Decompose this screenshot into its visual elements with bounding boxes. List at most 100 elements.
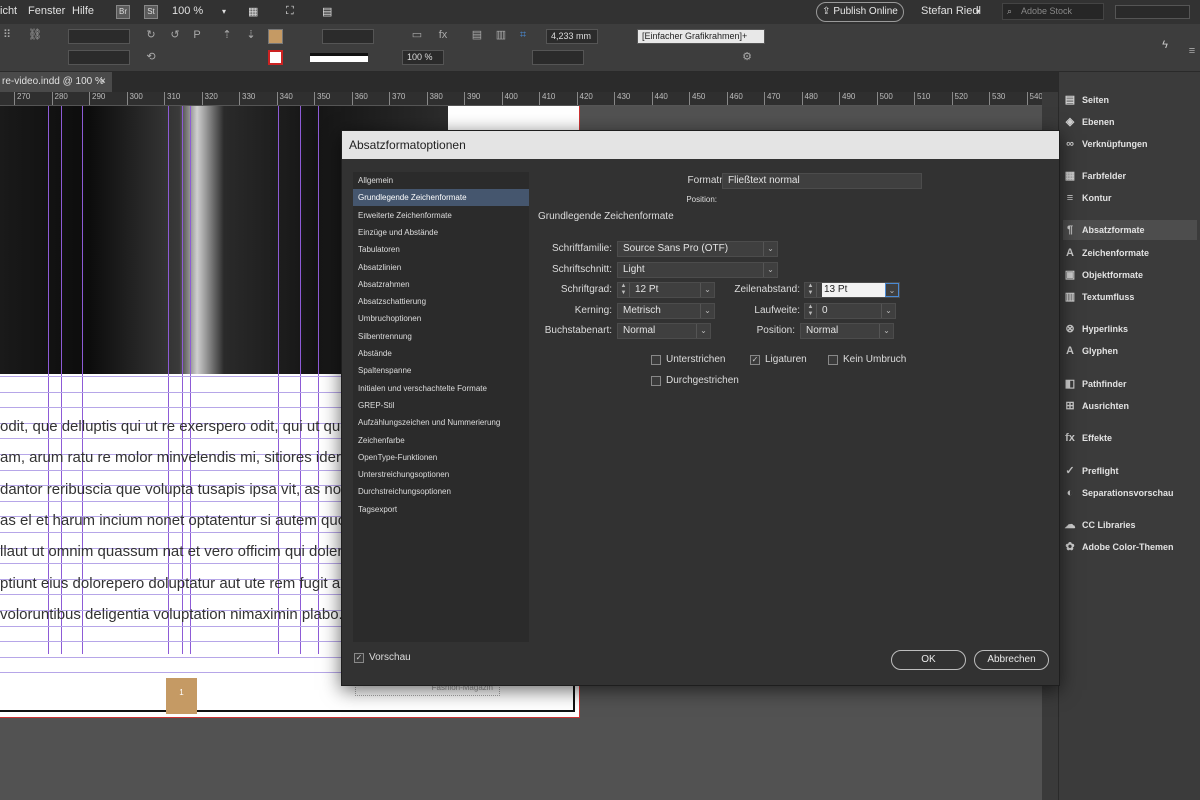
tracking-field[interactable]: ▲ ▼ 0 ⌄ [804,303,896,319]
scale-x-field[interactable] [68,29,130,44]
shear-icon[interactable]: ⟲ [144,50,158,64]
menu-item-hilfe[interactable]: Hilfe [72,5,94,17]
ligatures-checkbox[interactable]: ✓ [750,355,760,365]
category-item[interactable]: Spaltenspanne [353,362,529,379]
kerning-select[interactable]: Metrisch ⌄ [617,303,715,319]
panel-object-styles[interactable]: ▣ Objektformate [1063,265,1197,285]
stepper-icon[interactable]: ▲ ▼ [805,283,817,297]
panel-color-themes[interactable]: ✿ Adobe Color-Themen [1063,537,1197,557]
panel-links[interactable]: ∞ Verknüpfungen [1063,134,1197,154]
category-item[interactable]: Zeichenfarbe [353,432,529,449]
panel-hyperlinks[interactable]: ⊗ Hyperlinks [1063,319,1197,339]
cancel-button[interactable]: Abbrechen [974,650,1049,670]
category-item[interactable]: Erweiterte Zeichenformate [353,207,529,224]
font-style-select[interactable]: Light ⌄ [617,262,778,278]
case-select[interactable]: Normal ⌄ [617,323,711,339]
category-item[interactable]: Unterstreichungsoptionen [353,466,529,483]
category-item[interactable]: Durchstreichungsoptionen [353,483,529,500]
panel-layers[interactable]: ◈ Ebenen [1063,112,1197,132]
category-item[interactable]: Tabulatoren [353,241,529,258]
preview-checkbox[interactable]: ✓ [354,653,364,663]
category-item[interactable]: Absatzrahmen [353,276,529,293]
select-container-icon[interactable]: ⇡ [220,28,234,42]
search-field-secondary[interactable] [1115,5,1190,19]
flip-horizontal-icon[interactable]: P [190,28,204,42]
panel-pathfinder[interactable]: ◧ Pathfinder [1063,374,1197,394]
category-item[interactable]: Silbentrennung [353,328,529,345]
user-name[interactable]: Stefan Riedl [921,5,981,17]
panel-paragraph-styles[interactable]: ¶ Absatzformate [1063,220,1197,240]
panel-effects[interactable]: fx Effekte [1063,428,1197,448]
reference-point-icon[interactable]: ⠿ [0,28,14,42]
stroke-weight-field[interactable] [322,29,374,44]
screen-mode-icon[interactable]: ⛶ [286,5,294,18]
menu-item-fenster[interactable]: Fenster [28,5,65,17]
distribute-icon[interactable]: ▥ [494,28,508,42]
corner-field[interactable] [532,50,584,65]
stroke-offset-field[interactable]: 4,233 mm [546,29,598,44]
panel-stroke[interactable]: ≡ Kontur [1063,188,1197,208]
stroke-swatch[interactable] [268,50,283,65]
stock-search-input[interactable]: ⌕ Adobe Stock [1002,3,1104,20]
panel-pages[interactable]: ▤ Seiten [1063,90,1197,110]
category-item[interactable]: Absatzlinien [353,259,529,276]
panel-swatches[interactable]: ▦ Farbfelder [1063,166,1197,186]
scale-y-field[interactable] [68,50,130,65]
menu-item[interactable]: icht [0,5,17,17]
view-options-icon[interactable]: ▦ [248,5,258,18]
category-item[interactable]: Initialen und verschachtelte Formate [353,380,529,397]
constrain-proportions-icon[interactable]: ⛓ [28,28,42,42]
zoom-level[interactable]: 100 % [172,5,203,17]
panel-menu-icon[interactable]: ≡ [1185,44,1199,58]
category-item[interactable]: Grundlegende Zeichenformate [353,189,529,207]
stepper-icon[interactable]: ▲ ▼ [805,304,817,318]
category-item[interactable]: Abstände [353,345,529,362]
rotate-icon[interactable]: ↻ [144,28,158,42]
effects-icon[interactable]: fx [436,28,450,42]
object-style-select[interactable]: [Einfacher Grafikrahmen]+ [637,29,765,44]
bridge-icon[interactable]: Br [116,5,130,19]
arrange-documents-icon[interactable]: ▤ [322,5,332,18]
panel-separations[interactable]: ◐ Separationsvorschau [1063,483,1197,503]
zoom-dropdown-icon[interactable]: ▾ [222,7,226,16]
font-family-select[interactable]: Source Sans Pro (OTF) ⌄ [617,241,778,257]
no-break-checkbox[interactable] [828,355,838,365]
panel-preflight[interactable]: ✓ Preflight [1063,461,1197,481]
align-icon[interactable]: ▤ [470,28,484,42]
strikethrough-checkbox[interactable] [651,376,661,386]
publish-online-button[interactable]: ⇪ Publish Online [816,2,904,22]
category-item[interactable]: Einzüge und Abstände [353,224,529,241]
lightning-icon[interactable]: ϟ [1158,38,1172,52]
user-dropdown-icon[interactable]: ▾ [976,7,980,16]
leading-field[interactable]: ▲ ▼ 13 Pt ⌄ [804,282,900,298]
stock-icon[interactable]: St [144,5,158,19]
position-select[interactable]: Normal ⌄ [800,323,894,339]
panel-glyphs[interactable]: A Glyphen [1063,341,1197,361]
category-item[interactable]: Aufzählungszeichen und Nummerierung [353,414,529,431]
stroke-type-preview[interactable] [310,53,368,62]
format-name-input[interactable]: Fließtext normal [722,173,922,189]
frame-fitting-icon[interactable]: ⌗ [516,28,530,42]
document-tab[interactable]: re-video.indd @ 100 % × [0,72,112,92]
ok-button[interactable]: OK [891,650,966,670]
rotate-ccw-icon[interactable]: ↺ [168,28,182,42]
panel-cc-libraries[interactable]: ☁ CC Libraries [1063,515,1197,535]
size-field[interactable]: ▲ ▼ 12 Pt ⌄ [617,282,715,298]
select-content-icon[interactable]: ⇣ [244,28,258,42]
panel-character-styles[interactable]: A Zeichenformate [1063,243,1197,263]
close-tab-icon[interactable]: × [100,72,106,92]
category-item[interactable]: OpenType-Funktionen [353,449,529,466]
underline-checkbox[interactable] [651,355,661,365]
opacity-field[interactable]: 100 % [402,50,444,65]
category-item[interactable]: Absatzschattierung [353,293,529,310]
category-item[interactable]: Umbruchoptionen [353,310,529,327]
panel-align[interactable]: ⊞ Ausrichten [1063,396,1197,416]
object-style-options-icon[interactable]: ⚙ [740,50,754,64]
category-item[interactable]: Allgemein [353,172,529,189]
text-wrap-icon[interactable]: ▭ [410,28,424,42]
stepper-icon[interactable]: ▲ ▼ [618,283,630,297]
fill-swatch[interactable] [268,29,283,44]
panel-text-wrap[interactable]: ▥ Textumfluss [1063,287,1197,307]
category-item[interactable]: GREP-Stil [353,397,529,414]
category-item[interactable]: Tagsexport [353,501,529,518]
